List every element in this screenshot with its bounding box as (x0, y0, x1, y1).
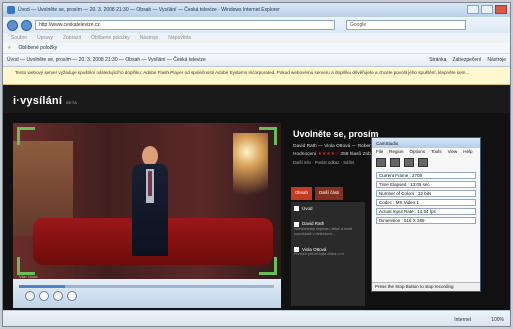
close-button[interactable] (495, 5, 507, 14)
dimension-field: Dimension : 516 X 289 (376, 217, 476, 224)
menu-help[interactable]: Nápověda (168, 35, 191, 41)
maximize-button[interactable] (481, 5, 493, 14)
capture-corner-top-left (17, 127, 35, 145)
video-scene (13, 123, 281, 279)
episode-item-intro[interactable]: Úvod (294, 206, 362, 212)
camstudio-status: Press the Stop Button to stop recording (372, 282, 480, 291)
current-frame-field: Current Frame : 2708 (376, 172, 476, 179)
rewind-button[interactable] (67, 291, 77, 301)
presenter-figure (125, 146, 177, 264)
active-tab-title[interactable]: Úvod — Uvolněte se, prosím — 20. 3. 2008… (7, 57, 429, 63)
cam-menu-tools[interactable]: Tools (431, 149, 442, 155)
address-bar: http://www.ceskatelevize.cz Google (3, 17, 510, 33)
content-tabs: Obsah Další části (291, 187, 365, 200)
menu-edit[interactable]: Úpravy (37, 35, 53, 41)
episode-description: Středočeský hejtman, lékař a nové souvis… (294, 226, 353, 236)
beta-badge: BETA (66, 100, 78, 105)
cam-menu-region[interactable]: Region (389, 149, 403, 155)
command-bar: Úvod — Uvolněte se, prosím — 20. 3. 2008… (3, 54, 510, 67)
vote-count: 359 hlasů (340, 152, 362, 157)
info-link[interactable]: Další info (293, 160, 311, 165)
window-titlebar: Úvod — Uvolněte se, prosím — 20. 3. 2008… (3, 3, 510, 17)
input-rate-field: Actual Input Rate : 14.54 fps (376, 208, 476, 215)
episode-title: David Rath (302, 221, 325, 227)
episode-title: Úvod (302, 206, 313, 211)
tab-content[interactable]: Obsah (291, 187, 312, 200)
menu-view[interactable]: Zobrazit (63, 35, 81, 41)
episode-checkbox[interactable] (294, 206, 299, 212)
menu-tools[interactable]: Nástroje (140, 35, 159, 41)
episode-description: Prvních pět let byla dívka u ní (294, 251, 344, 256)
back-icon[interactable] (7, 19, 18, 31)
time-elapsed-field: Time Elapsed : 13:05 sec (376, 181, 476, 188)
camstudio-titlebar: CamStudio (372, 138, 480, 148)
tools-menu[interactable]: Nástroje (487, 57, 506, 63)
capture-corner-bottom-right (259, 257, 277, 275)
send-link[interactable]: Poslat odkaz (315, 160, 340, 165)
command-buttons: Stránka Zabezpečení Nástroje (429, 57, 506, 63)
episode-checkbox[interactable] (294, 221, 299, 227)
presenter-head (142, 146, 158, 166)
tab-more-parts[interactable]: Další části (314, 187, 344, 200)
episode-item-david[interactable]: David Rath Středočeský hejtman, lékař a n… (294, 221, 362, 236)
cam-menu-view[interactable]: View (448, 149, 458, 155)
control-buttons (25, 291, 77, 301)
favorites-bar: ★ Oblíbené položky (3, 43, 510, 54)
internet-zone[interactable]: Internet (454, 317, 471, 323)
security-menu[interactable]: Zabezpečení (452, 57, 481, 63)
cam-menu-options[interactable]: Options (410, 149, 426, 155)
camstudio-toolbar (372, 156, 480, 170)
camstudio-window: CamStudio File Region Options Tools View… (371, 137, 481, 292)
zoom-level[interactable]: 100% (491, 317, 504, 323)
browser-statusbar: Internet 100% (3, 310, 510, 326)
camstudio-menu: File Region Options Tools View Help (372, 148, 480, 156)
page-menu[interactable]: Stránka (429, 57, 446, 63)
lamp-light (233, 133, 268, 228)
episode-list: Úvod David Rath Středočeský hejtman, léka… (291, 202, 365, 306)
video-player[interactable] (13, 123, 281, 279)
timeline-progress (19, 285, 65, 288)
pause-button[interactable] (39, 291, 49, 301)
rating-stars[interactable]: ★★★★☆ (318, 152, 340, 157)
play-button[interactable] (25, 291, 35, 301)
menu-favorites[interactable]: Oblíbené položky (91, 35, 130, 41)
url-field[interactable]: http://www.ceskatelevize.cz (35, 20, 335, 30)
settings-icon[interactable] (418, 158, 428, 167)
player-controls (13, 279, 281, 308)
camstudio-title: CamStudio (376, 140, 399, 146)
capture-corner-top-right (259, 127, 277, 145)
stop-icon[interactable] (404, 158, 414, 167)
share-link[interactable]: Sdílet (343, 160, 354, 165)
stop-button[interactable] (53, 291, 63, 301)
codec-field: Codec : MS Video 1 (376, 199, 476, 206)
favorites-star-icon[interactable]: ★ (7, 45, 11, 51)
site-logo[interactable]: i·vysílání (13, 95, 62, 107)
window-title: Úvod — Uvolněte se, prosím — 20. 3. 2008… (18, 7, 280, 13)
search-input[interactable]: Google (346, 20, 466, 30)
ie-icon (7, 6, 15, 14)
minimize-button[interactable] (467, 5, 479, 14)
browser-window: Úvod — Uvolněte se, prosím — 20. 3. 2008… (2, 2, 511, 327)
menu-bar: Soubor Úpravy Zobrazit Oblíbené položky … (3, 33, 510, 43)
timeline-slider[interactable] (19, 285, 274, 288)
presenter-tie (148, 171, 152, 196)
site-header: i·vysílání BETA (3, 85, 510, 113)
rating-label: Hodnocení (293, 152, 317, 157)
window-controls[interactable] (467, 5, 507, 14)
pause-icon[interactable] (390, 158, 400, 167)
information-bar[interactable]: Tento webový server vyžaduje spuštění ná… (3, 67, 510, 85)
episode-item-viola[interactable]: Viola Ottová Prvních pět let byla dívka u… (294, 247, 362, 257)
favorites-label[interactable]: Oblíbené položky (18, 45, 57, 51)
cam-menu-file[interactable]: File (376, 149, 383, 155)
menu-file[interactable]: Soubor (11, 35, 27, 41)
episode-title: Viola Ottová (302, 246, 327, 252)
record-icon[interactable] (376, 158, 386, 167)
cam-menu-help[interactable]: Help (463, 149, 472, 155)
colors-field: Number of Colors : 32 bits (376, 190, 476, 197)
capture-corner-bottom-left (17, 257, 35, 275)
forward-icon[interactable] (21, 19, 32, 31)
